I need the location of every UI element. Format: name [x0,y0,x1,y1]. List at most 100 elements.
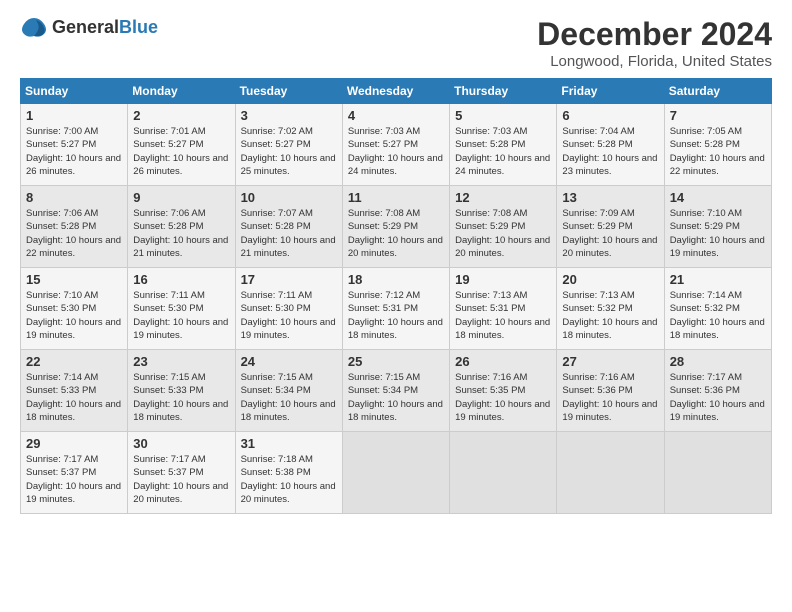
sunset-text: Sunset: 5:38 PM [241,467,311,478]
sunset-text: Sunset: 5:37 PM [26,467,96,478]
sunset-text: Sunset: 5:30 PM [133,303,203,314]
day-number: 21 [670,272,767,287]
sunset-text: Sunset: 5:34 PM [241,385,311,396]
sunrise-text: Sunrise: 7:15 AM [133,372,205,383]
daylight-text: Daylight: 10 hours and 26 minutes. [133,153,228,177]
calendar-page: GeneralBlue December 2024 Longwood, Flor… [0,0,792,524]
daylight-text: Daylight: 10 hours and 26 minutes. [26,153,121,177]
calendar-week-row: 8 Sunrise: 7:06 AM Sunset: 5:28 PM Dayli… [21,186,772,268]
table-row: 20 Sunrise: 7:13 AM Sunset: 5:32 PM Dayl… [557,268,664,350]
calendar-week-row: 15 Sunrise: 7:10 AM Sunset: 5:30 PM Dayl… [21,268,772,350]
table-row: 22 Sunrise: 7:14 AM Sunset: 5:33 PM Dayl… [21,350,128,432]
table-row: 5 Sunrise: 7:03 AM Sunset: 5:28 PM Dayli… [450,104,557,186]
daylight-text: Daylight: 10 hours and 21 minutes. [133,235,228,259]
table-row: 21 Sunrise: 7:14 AM Sunset: 5:32 PM Dayl… [664,268,771,350]
sunrise-text: Sunrise: 7:06 AM [133,208,205,219]
daylight-text: Daylight: 10 hours and 19 minutes. [133,317,228,341]
day-number: 14 [670,190,767,205]
col-thursday: Thursday [450,79,557,104]
daylight-text: Daylight: 10 hours and 20 minutes. [562,235,657,259]
day-number: 28 [670,354,767,369]
sunset-text: Sunset: 5:29 PM [455,221,525,232]
day-number: 25 [348,354,445,369]
table-row: 7 Sunrise: 7:05 AM Sunset: 5:28 PM Dayli… [664,104,771,186]
table-row [557,432,664,514]
table-row: 9 Sunrise: 7:06 AM Sunset: 5:28 PM Dayli… [128,186,235,268]
sunset-text: Sunset: 5:32 PM [670,303,740,314]
daylight-text: Daylight: 10 hours and 19 minutes. [241,317,336,341]
sunrise-text: Sunrise: 7:03 AM [455,126,527,137]
calendar-week-row: 29 Sunrise: 7:17 AM Sunset: 5:37 PM Dayl… [21,432,772,514]
sunrise-text: Sunrise: 7:00 AM [26,126,98,137]
table-row: 3 Sunrise: 7:02 AM Sunset: 5:27 PM Dayli… [235,104,342,186]
sunset-text: Sunset: 5:29 PM [670,221,740,232]
header: GeneralBlue December 2024 Longwood, Flor… [20,16,772,70]
sunset-text: Sunset: 5:29 PM [562,221,632,232]
col-sunday: Sunday [21,79,128,104]
table-row: 25 Sunrise: 7:15 AM Sunset: 5:34 PM Dayl… [342,350,449,432]
sunset-text: Sunset: 5:36 PM [562,385,632,396]
sunrise-text: Sunrise: 7:08 AM [348,208,420,219]
day-number: 29 [26,436,123,451]
logo-icon [20,16,48,38]
table-row: 23 Sunrise: 7:15 AM Sunset: 5:33 PM Dayl… [128,350,235,432]
calendar-week-row: 1 Sunrise: 7:00 AM Sunset: 5:27 PM Dayli… [21,104,772,186]
day-number: 30 [133,436,230,451]
table-row: 29 Sunrise: 7:17 AM Sunset: 5:37 PM Dayl… [21,432,128,514]
daylight-text: Daylight: 10 hours and 22 minutes. [670,153,765,177]
calendar-week-row: 22 Sunrise: 7:14 AM Sunset: 5:33 PM Dayl… [21,350,772,432]
logo-general: General [52,17,119,37]
sunrise-text: Sunrise: 7:02 AM [241,126,313,137]
table-row [664,432,771,514]
table-row: 8 Sunrise: 7:06 AM Sunset: 5:28 PM Dayli… [21,186,128,268]
sunset-text: Sunset: 5:30 PM [241,303,311,314]
day-number: 10 [241,190,338,205]
day-number: 12 [455,190,552,205]
table-row: 12 Sunrise: 7:08 AM Sunset: 5:29 PM Dayl… [450,186,557,268]
sunset-text: Sunset: 5:36 PM [670,385,740,396]
sunset-text: Sunset: 5:29 PM [348,221,418,232]
sunset-text: Sunset: 5:28 PM [241,221,311,232]
col-wednesday: Wednesday [342,79,449,104]
page-title: December 2024 [537,16,772,53]
day-number: 9 [133,190,230,205]
sunrise-text: Sunrise: 7:17 AM [133,454,205,465]
daylight-text: Daylight: 10 hours and 25 minutes. [241,153,336,177]
day-number: 4 [348,108,445,123]
sunrise-text: Sunrise: 7:17 AM [670,372,742,383]
sunrise-text: Sunrise: 7:05 AM [670,126,742,137]
calendar-table: Sunday Monday Tuesday Wednesday Thursday… [20,78,772,514]
table-row: 24 Sunrise: 7:15 AM Sunset: 5:34 PM Dayl… [235,350,342,432]
table-row: 15 Sunrise: 7:10 AM Sunset: 5:30 PM Dayl… [21,268,128,350]
table-row: 6 Sunrise: 7:04 AM Sunset: 5:28 PM Dayli… [557,104,664,186]
sunset-text: Sunset: 5:33 PM [133,385,203,396]
sunset-text: Sunset: 5:30 PM [26,303,96,314]
table-row: 16 Sunrise: 7:11 AM Sunset: 5:30 PM Dayl… [128,268,235,350]
daylight-text: Daylight: 10 hours and 20 minutes. [241,481,336,505]
table-row: 11 Sunrise: 7:08 AM Sunset: 5:29 PM Dayl… [342,186,449,268]
sunrise-text: Sunrise: 7:09 AM [562,208,634,219]
table-row [342,432,449,514]
day-number: 18 [348,272,445,287]
sunrise-text: Sunrise: 7:14 AM [670,290,742,301]
daylight-text: Daylight: 10 hours and 18 minutes. [26,399,121,423]
daylight-text: Daylight: 10 hours and 19 minutes. [670,235,765,259]
table-row: 10 Sunrise: 7:07 AM Sunset: 5:28 PM Dayl… [235,186,342,268]
table-row [450,432,557,514]
day-number: 5 [455,108,552,123]
day-number: 20 [562,272,659,287]
sunrise-text: Sunrise: 7:10 AM [670,208,742,219]
table-row: 18 Sunrise: 7:12 AM Sunset: 5:31 PM Dayl… [342,268,449,350]
day-number: 11 [348,190,445,205]
day-number: 24 [241,354,338,369]
table-row: 1 Sunrise: 7:00 AM Sunset: 5:27 PM Dayli… [21,104,128,186]
daylight-text: Daylight: 10 hours and 20 minutes. [455,235,550,259]
sunrise-text: Sunrise: 7:15 AM [348,372,420,383]
sunset-text: Sunset: 5:28 PM [455,139,525,150]
sunrise-text: Sunrise: 7:17 AM [26,454,98,465]
sunrise-text: Sunrise: 7:13 AM [455,290,527,301]
sunrise-text: Sunrise: 7:03 AM [348,126,420,137]
table-row: 30 Sunrise: 7:17 AM Sunset: 5:37 PM Dayl… [128,432,235,514]
daylight-text: Daylight: 10 hours and 18 minutes. [133,399,228,423]
sunset-text: Sunset: 5:31 PM [348,303,418,314]
